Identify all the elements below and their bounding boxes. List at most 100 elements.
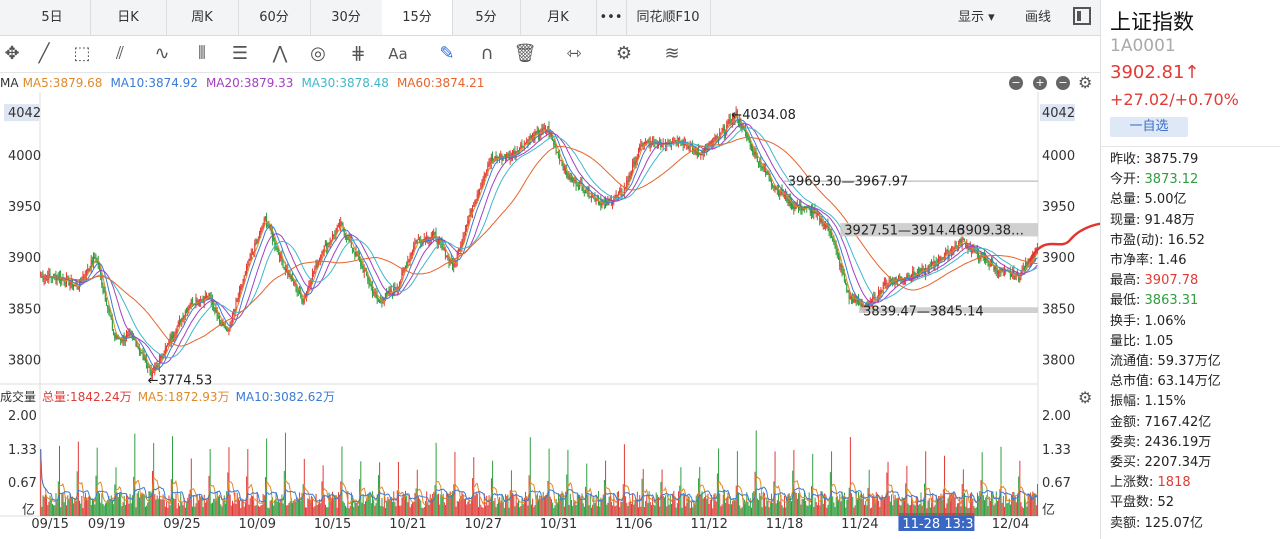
ma-legend-item: MA20:3879.33 <box>205 76 294 90</box>
volume-bar <box>474 495 476 516</box>
volume-bar <box>374 505 376 516</box>
volume-bar <box>927 500 929 516</box>
period-tab[interactable]: 5分 <box>452 0 521 35</box>
volume-bar <box>513 495 515 516</box>
volume-bar <box>487 505 489 516</box>
candle-body <box>576 185 578 187</box>
crosshair-move-icon[interactable]: ✥ <box>0 42 24 66</box>
volume-bar <box>854 505 856 516</box>
volume-bar <box>482 507 484 516</box>
pen-tool-icon[interactable]: ✎ <box>435 42 459 66</box>
candle-body <box>589 196 591 198</box>
volume-bar <box>674 499 676 516</box>
period-tab[interactable]: 同花顺F10 <box>626 0 711 35</box>
volume-bar <box>412 502 414 516</box>
candle-body <box>190 299 192 304</box>
period-tab[interactable]: 周K <box>166 0 239 35</box>
period-tab[interactable]: 5日 <box>14 0 91 35</box>
volume-bar <box>776 500 778 516</box>
volume-bar <box>769 502 771 516</box>
pattern-tool-icon[interactable]: ∿ <box>150 42 174 66</box>
volume-bar <box>1009 504 1011 516</box>
volume-bar <box>767 500 769 516</box>
candle-body <box>353 249 355 252</box>
collapse-icon[interactable]: − <box>1056 76 1070 90</box>
volume-bar <box>874 502 876 516</box>
stat-row: 最高: 3907.78 <box>1110 271 1221 291</box>
candle-body <box>377 299 379 303</box>
period-tab[interactable]: 60分 <box>238 0 311 35</box>
circle-tool-icon[interactable]: ◎ <box>306 42 330 66</box>
candle-body <box>423 239 425 241</box>
line-tool-icon[interactable]: ╱ <box>32 42 56 66</box>
gann-tool-icon[interactable]: ⋕ <box>346 42 370 66</box>
rectangle-tool-icon[interactable]: ⬚ <box>70 42 94 66</box>
zoom-in-icon[interactable]: + <box>1033 76 1047 90</box>
volume-bar <box>344 505 346 516</box>
period-tab[interactable]: ••• <box>596 0 627 35</box>
volume-bar <box>341 446 343 516</box>
candle-body <box>923 268 925 275</box>
volume-bar <box>705 495 707 516</box>
display-menu-button[interactable]: 显示 ▾ <box>958 0 995 35</box>
candle-body <box>98 267 100 270</box>
volume-bar <box>435 442 437 516</box>
x-crosshair-label: 11-28 13:30 <box>902 517 981 532</box>
layers-icon[interactable]: ≋ <box>660 42 684 66</box>
volume-bar <box>462 494 464 516</box>
period-tab[interactable]: 30分 <box>310 0 383 35</box>
stat-row: 市净率: 1.46 <box>1110 251 1221 271</box>
fan-tool-icon[interactable]: ⫽ <box>108 42 132 66</box>
text-tool-icon[interactable]: Aa <box>386 42 410 66</box>
volume-bar <box>142 493 144 516</box>
candle-body <box>926 268 928 270</box>
volume-bar <box>583 506 585 516</box>
wave-tool-icon[interactable]: ⋀ <box>268 42 292 66</box>
panel-toggle-icon[interactable] <box>1073 7 1091 25</box>
candle-body <box>474 202 476 206</box>
candle-body <box>341 222 343 226</box>
trash-icon[interactable]: 🗑 <box>513 42 537 66</box>
volume-bar <box>239 500 241 516</box>
volume-bar <box>715 501 717 516</box>
period-tab[interactable]: 日K <box>90 0 167 35</box>
volume-bar <box>746 492 748 516</box>
volume-bar <box>349 505 351 516</box>
volume-bar <box>279 502 281 516</box>
volume-settings-icon[interactable]: ⚙ <box>1078 388 1092 407</box>
magnet-icon[interactable]: ∩ <box>475 42 499 66</box>
stat-row: 换手: 1.06% <box>1110 312 1221 332</box>
candle-body <box>266 216 268 226</box>
candle-body <box>978 254 980 258</box>
candle-body <box>847 290 849 292</box>
scale-icon[interactable]: ⇿ <box>562 42 586 66</box>
candle-body <box>475 199 477 203</box>
volume-bar <box>1006 503 1008 516</box>
draw-lines-button[interactable]: 画线 <box>1025 0 1051 35</box>
kline-chart[interactable]: 4042 4042 4000 4000 3950 3950 3900 3900 3850 3850… <box>0 92 1100 539</box>
add-watchlist-button[interactable]: 一自选 <box>1110 117 1188 137</box>
settings-gear-icon[interactable]: ⚙ <box>612 42 636 66</box>
volume-bar <box>71 498 73 516</box>
volume-bar <box>570 499 572 516</box>
parallel-lines-icon[interactable]: ⦀ <box>190 42 214 66</box>
volume-bar <box>229 494 231 516</box>
volume-bar <box>975 507 977 516</box>
volume-bar <box>562 493 564 516</box>
volume-bar <box>925 451 927 516</box>
candle-body <box>463 235 465 238</box>
stat-value: 3875.79 <box>1140 152 1199 167</box>
candle-body <box>461 242 463 246</box>
candle-body <box>535 131 537 133</box>
volume-bar <box>840 501 842 516</box>
y-tick-label-left: 3950 <box>8 200 41 215</box>
chart-settings-icon[interactable]: ⚙ <box>1078 73 1092 92</box>
volume-bar <box>195 503 197 516</box>
fibonacci-tool-icon[interactable]: ☰ <box>228 42 252 66</box>
candle-body <box>302 301 304 303</box>
period-tab[interactable]: 15分 <box>382 0 453 35</box>
stat-value: 125.07亿 <box>1140 515 1204 531</box>
zoom-out-icon[interactable]: − <box>1009 76 1023 90</box>
period-tab[interactable]: 月K <box>520 0 597 35</box>
candle-body <box>846 284 848 292</box>
